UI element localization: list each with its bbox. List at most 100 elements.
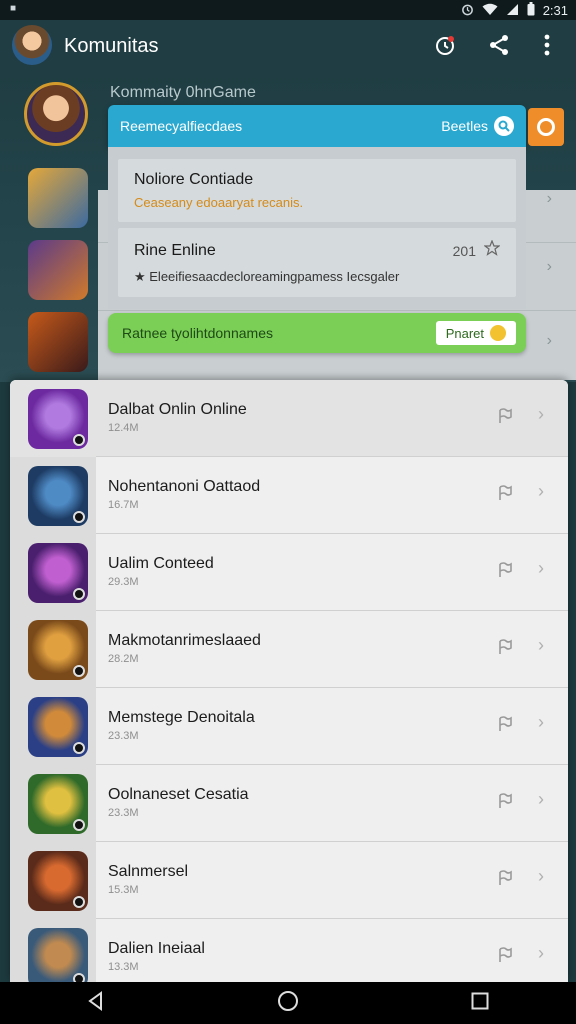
card-title: Noliore Contiade <box>134 171 254 188</box>
popup-title: Reemecyalfiecdaes <box>120 118 243 134</box>
footer-button-label: Pnaret <box>445 325 484 341</box>
footer-button[interactable]: Pnaret <box>435 321 516 345</box>
popup-card[interactable]: Noliore Contiade Ceaseany edoaaryat reca… <box>118 159 516 222</box>
flag-icon[interactable] <box>496 561 514 579</box>
chevron-right-icon: › <box>538 943 544 963</box>
game-name: Oolnaneset Cesatia <box>108 786 249 803</box>
game-thumbnail <box>28 466 88 526</box>
status-left-glyph: ■ <box>10 3 17 14</box>
list-item[interactable]: Dalbat Onlin Online 12.4M › <box>10 380 568 457</box>
navigation-bar <box>0 982 576 1024</box>
flag-icon[interactable] <box>496 715 514 733</box>
chevron-right-icon: › <box>538 558 544 578</box>
wifi-icon <box>482 3 498 19</box>
popup-card[interactable]: Rine Enline 201 ★ Eleeifiesaacdecloreami… <box>118 228 516 297</box>
more-options-button[interactable] <box>534 34 560 60</box>
flag-icon[interactable] <box>496 946 514 964</box>
flag-icon[interactable] <box>496 792 514 810</box>
game-size: 16.7M <box>108 499 139 511</box>
card-meta: 201 <box>452 242 476 259</box>
alarm-button[interactable] <box>432 34 458 60</box>
popup-header: Reemecyalfiecdaes Beetles <box>108 105 526 147</box>
popup-footer: Ratnee tyolihtdonnames Pnaret <box>108 313 526 353</box>
game-thumbnail <box>28 774 88 834</box>
chevron-right-icon: › <box>538 404 544 424</box>
search-icon[interactable] <box>494 116 514 136</box>
refresh-icon <box>537 118 555 136</box>
game-thumbnail <box>28 240 88 300</box>
list-item[interactable]: Memstege Denoitala 23.3M › <box>10 688 568 765</box>
card-subtitle: Ceaseany edoaaryat recanis. <box>134 195 304 210</box>
status-bar: ■ 2:31 <box>0 0 576 20</box>
side-action-button[interactable] <box>528 108 564 146</box>
game-list: Dalbat Onlin Online 12.4M › Nohentanoni Oat… <box>10 380 568 982</box>
game-name: Salnmersel <box>108 863 189 880</box>
list-item[interactable]: Nohentanoni Oattaod 16.7M › <box>10 457 568 534</box>
game-name: Ualim Conteed <box>108 555 214 572</box>
chevron-right-icon: › <box>538 866 544 886</box>
avatar[interactable] <box>12 25 52 65</box>
list-item[interactable]: Makmotanrimeslaaed 28.2M › <box>10 611 568 688</box>
home-button[interactable] <box>258 988 318 1018</box>
chevron-right-icon: › <box>538 712 544 732</box>
popup-header-action[interactable]: Beetles <box>441 118 488 134</box>
share-button[interactable] <box>486 34 512 60</box>
game-size: 23.3M <box>108 807 139 819</box>
clock: 2:31 <box>542 3 568 18</box>
game-thumbnail <box>28 312 88 372</box>
list-item[interactable]: Salnmersel 15.3M › <box>10 842 568 919</box>
game-thumbnail <box>28 168 88 228</box>
battery-icon <box>527 2 535 19</box>
share-icon <box>487 33 511 62</box>
app-bar: Komunitas <box>0 20 576 72</box>
flag-icon[interactable] <box>496 407 514 425</box>
chevron-right-icon: › <box>538 789 544 809</box>
flag-icon[interactable] <box>496 638 514 656</box>
game-name: Makmotanrimeslaaed <box>108 632 261 649</box>
game-thumbnail <box>28 543 88 603</box>
chevron-right-icon: › <box>538 635 544 655</box>
game-size: 23.3M <box>108 730 139 742</box>
game-size: 12.4M <box>108 422 139 434</box>
alarm-icon <box>433 33 457 62</box>
card-description: ★ Eleeifiesaacdecloreamingpamess Iecsgal… <box>134 269 400 284</box>
community-title: Kommaity 0hnGame <box>110 84 256 101</box>
list-item[interactable]: Oolnaneset Cesatia 23.3M › <box>10 765 568 842</box>
card-title: Rine Enline <box>134 241 216 259</box>
star-icon[interactable] <box>483 239 501 261</box>
game-thumbnail <box>28 928 88 982</box>
page-title: Komunitas <box>64 35 159 57</box>
recents-icon <box>471 992 489 1015</box>
list-item[interactable]: Dalien Ineiaal 13.3M › <box>10 919 568 982</box>
chevron-right-icon: › <box>546 258 552 275</box>
game-thumbnail <box>28 851 88 911</box>
popup-dialog: Reemecyalfiecdaes Beetles Noliore Contia… <box>108 105 526 353</box>
game-thumbnail <box>28 389 88 449</box>
game-name: Nohentanoni Oattaod <box>108 478 261 495</box>
game-size: 15.3M <box>108 884 139 896</box>
home-icon <box>277 990 299 1017</box>
game-size: 28.2M <box>108 653 139 665</box>
coin-icon <box>490 325 506 341</box>
footer-text: Ratnee tyolihtdonnames <box>122 325 273 341</box>
popup-body: Noliore Contiade Ceaseany edoaaryat reca… <box>108 147 526 309</box>
flag-icon[interactable] <box>496 869 514 887</box>
game-name: Dalbat Onlin Online <box>108 401 247 418</box>
game-size: 29.3M <box>108 576 139 588</box>
alarm-status-icon <box>461 3 474 19</box>
back-icon <box>86 990 106 1016</box>
game-size: 13.3M <box>108 961 139 973</box>
chevron-right-icon: › <box>546 190 552 207</box>
game-thumbnail <box>28 620 88 680</box>
game-thumbnail <box>28 697 88 757</box>
back-button[interactable] <box>66 988 126 1018</box>
chevron-right-icon: › <box>546 332 552 349</box>
game-name: Memstege Denoitala <box>108 709 255 726</box>
flag-icon[interactable] <box>496 484 514 502</box>
list-item[interactable]: Ualim Conteed 29.3M › <box>10 534 568 611</box>
signal-icon <box>506 3 519 19</box>
community-avatar <box>24 82 88 146</box>
more-vert-icon <box>543 34 551 61</box>
recents-button[interactable] <box>450 988 510 1018</box>
game-name: Dalien Ineiaal <box>108 940 205 957</box>
